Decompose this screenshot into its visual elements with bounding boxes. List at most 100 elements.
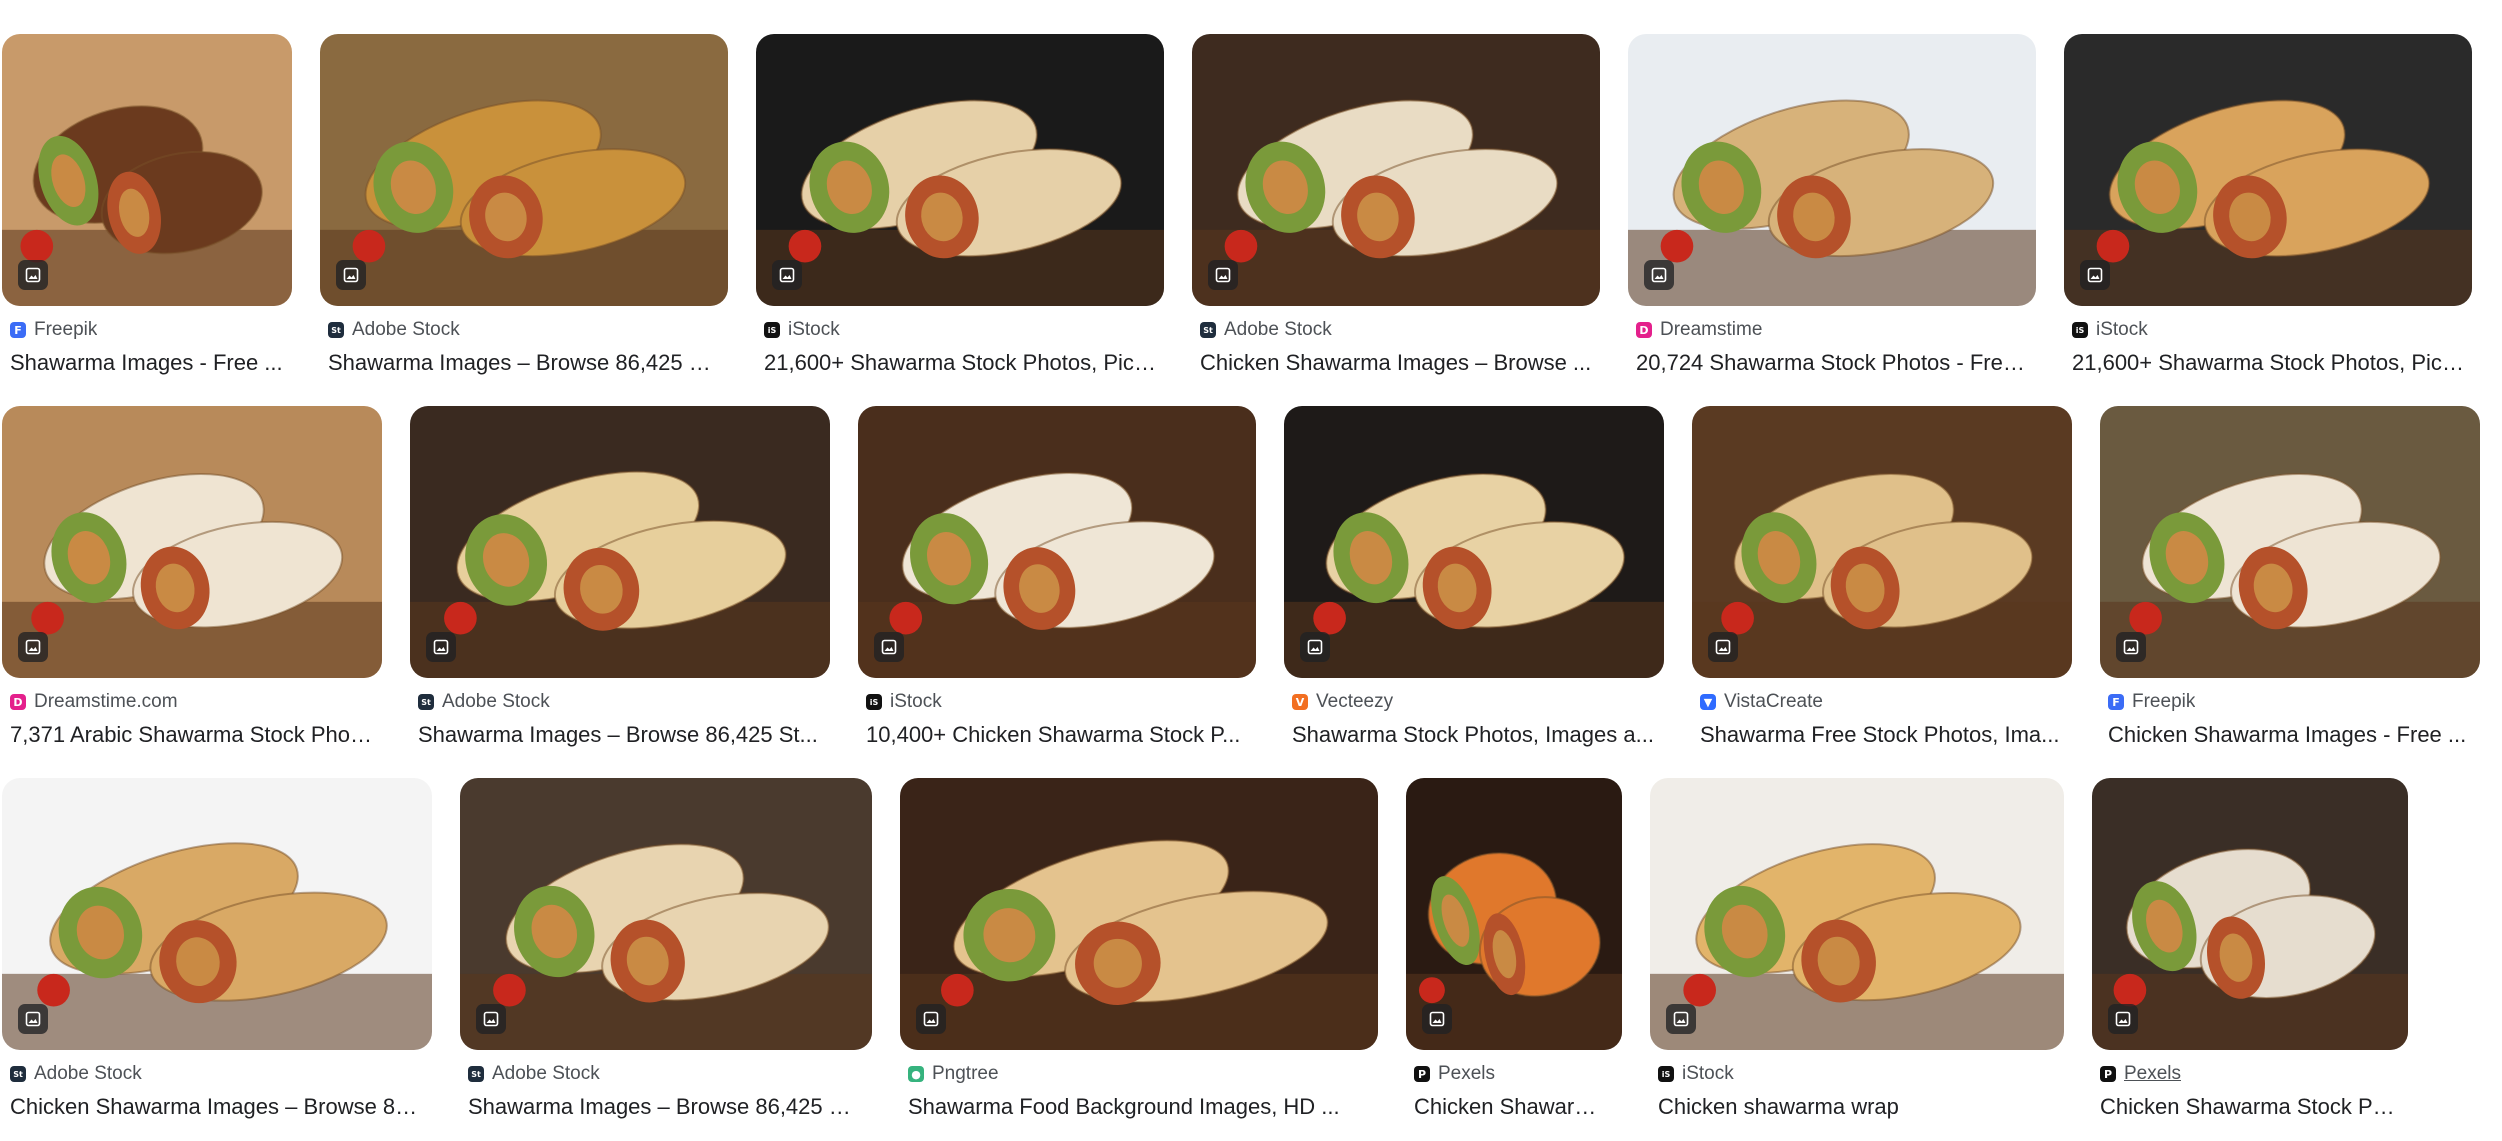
result-source[interactable]: St Adobe Stock bbox=[10, 1062, 424, 1086]
result-title[interactable]: 7,371 Arabic Shawarma Stock Phot... bbox=[10, 720, 374, 750]
result-title[interactable]: Shawarma Images – Browse 86,425 Sto... bbox=[468, 1092, 864, 1122]
pexels-icon: P bbox=[2100, 1066, 2116, 1082]
result-title[interactable]: 20,724 Shawarma Stock Photos - Free... bbox=[1636, 348, 2028, 378]
shawarma-photo bbox=[460, 778, 872, 1050]
result-thumbnail[interactable] bbox=[460, 778, 872, 1050]
adobe-stock-icon: St bbox=[1200, 322, 1216, 338]
result-thumbnail[interactable] bbox=[1692, 406, 2072, 678]
result-source[interactable]: P Pexels bbox=[2100, 1062, 2400, 1086]
image-result-tile[interactable]: iS iStock 21,600+ Shawarma Stock Photos, P… bbox=[2064, 34, 2472, 378]
result-title[interactable]: Chicken Shawarma Images - Free ... bbox=[2108, 720, 2472, 750]
image-result-tile[interactable]: D Dreamstime.com 7,371 Arabic Shawarma Sto… bbox=[2, 406, 382, 750]
result-thumbnail[interactable] bbox=[2064, 34, 2472, 306]
image-result-tile[interactable]: P Pexels Chicken Shawarma Stock Ph... bbox=[2092, 778, 2408, 1122]
image-type-icon bbox=[18, 260, 48, 290]
image-result-tile[interactable]: P Pexels Chicken Shawarma ... bbox=[1406, 778, 1622, 1122]
result-meta: V Vecteezy Shawarma Stock Photos, Images a… bbox=[1284, 678, 1664, 750]
adobe-stock-icon: St bbox=[328, 322, 344, 338]
image-result-tile[interactable]: ▼ VistaCreate Shawarma Free Stock Photos, … bbox=[1692, 406, 2072, 750]
result-source[interactable]: St Adobe Stock bbox=[1200, 318, 1592, 342]
image-result-tile[interactable]: ● Pngtree Shawarma Food Background Images,… bbox=[900, 778, 1378, 1122]
image-result-tile[interactable]: F Freepik Shawarma Images - Free ... bbox=[2, 34, 292, 378]
result-title[interactable]: Chicken Shawarma Images – Browse 87... bbox=[10, 1092, 424, 1122]
result-source[interactable]: F Freepik bbox=[10, 318, 284, 342]
freepik-icon: F bbox=[10, 322, 26, 338]
image-result-tile[interactable]: iS iStock 10,400+ Chicken Shawarma Stock P… bbox=[858, 406, 1256, 750]
result-meta: D Dreamstime 20,724 Shawarma Stock Photos … bbox=[1628, 306, 2036, 378]
source-name: Adobe Stock bbox=[352, 319, 460, 340]
result-title[interactable]: Shawarma Food Background Images, HD ... bbox=[908, 1092, 1370, 1122]
dreamstime-icon: D bbox=[1636, 322, 1652, 338]
result-source[interactable]: ▼ VistaCreate bbox=[1700, 690, 2064, 714]
result-source[interactable]: D Dreamstime bbox=[1636, 318, 2028, 342]
shawarma-photo bbox=[1650, 778, 2064, 1050]
result-meta: iS iStock 21,600+ Shawarma Stock Photos, P… bbox=[756, 306, 1164, 378]
image-type-icon bbox=[916, 1004, 946, 1034]
result-thumbnail[interactable] bbox=[1628, 34, 2036, 306]
result-thumbnail[interactable] bbox=[1284, 406, 1664, 678]
result-title[interactable]: Chicken Shawarma ... bbox=[1414, 1092, 1614, 1122]
result-thumbnail[interactable] bbox=[900, 778, 1378, 1050]
result-source[interactable]: iS iStock bbox=[2072, 318, 2464, 342]
image-type-icon bbox=[2116, 632, 2146, 662]
result-title[interactable]: Shawarma Images – Browse 86,425 St... bbox=[418, 720, 822, 750]
image-result-tile[interactable]: V Vecteezy Shawarma Stock Photos, Images a… bbox=[1284, 406, 1664, 750]
result-thumbnail[interactable] bbox=[2092, 778, 2408, 1050]
result-source[interactable]: St Adobe Stock bbox=[418, 690, 822, 714]
image-result-tile[interactable]: St Adobe Stock Chicken Shawarma Images – B… bbox=[2, 778, 432, 1122]
image-result-tile[interactable]: iS iStock 21,600+ Shawarma Stock Photos, P… bbox=[756, 34, 1164, 378]
result-title[interactable]: Shawarma Images – Browse 86,425 S... bbox=[328, 348, 720, 378]
image-result-tile[interactable]: F Freepik Chicken Shawarma Images - Free .… bbox=[2100, 406, 2480, 750]
image-result-tile[interactable]: St Adobe Stock Chicken Shawarma Images – B… bbox=[1192, 34, 1600, 378]
source-name: Freepik bbox=[34, 319, 98, 340]
image-type-icon bbox=[1422, 1004, 1452, 1034]
image-result-tile[interactable]: D Dreamstime 20,724 Shawarma Stock Photos … bbox=[1628, 34, 2036, 378]
result-meta: St Adobe Stock Shawarma Images – Browse 86… bbox=[460, 1050, 872, 1122]
result-thumbnail[interactable] bbox=[1406, 778, 1622, 1050]
source-name: VistaCreate bbox=[1724, 691, 1823, 712]
image-result-tile[interactable]: St Adobe Stock Shawarma Images – Browse 86… bbox=[460, 778, 872, 1122]
image-result-tile[interactable]: St Adobe Stock Shawarma Images – Browse 86… bbox=[410, 406, 830, 750]
result-title[interactable]: Shawarma Images - Free ... bbox=[10, 348, 284, 378]
shawarma-photo bbox=[858, 406, 1256, 678]
result-thumbnail[interactable] bbox=[1650, 778, 2064, 1050]
result-thumbnail[interactable] bbox=[2, 778, 432, 1050]
result-source[interactable]: St Adobe Stock bbox=[328, 318, 720, 342]
result-source[interactable]: V Vecteezy bbox=[1292, 690, 1656, 714]
shawarma-photo bbox=[2, 406, 382, 678]
result-title[interactable]: 21,600+ Shawarma Stock Photos, Pict... bbox=[764, 348, 1156, 378]
result-thumbnail[interactable] bbox=[2, 34, 292, 306]
source-name: iStock bbox=[788, 319, 840, 340]
result-title[interactable]: Chicken shawarma wrap bbox=[1658, 1092, 2056, 1122]
result-title[interactable]: 10,400+ Chicken Shawarma Stock P... bbox=[866, 720, 1248, 750]
results-row: St Adobe Stock Chicken Shawarma Images – B… bbox=[0, 778, 2502, 1122]
result-source[interactable]: P Pexels bbox=[1414, 1062, 1614, 1086]
result-thumbnail[interactable] bbox=[2, 406, 382, 678]
result-source[interactable]: F Freepik bbox=[2108, 690, 2472, 714]
result-thumbnail[interactable] bbox=[1192, 34, 1600, 306]
result-title[interactable]: Chicken Shawarma Stock Ph... bbox=[2100, 1092, 2400, 1122]
result-source[interactable]: iS iStock bbox=[764, 318, 1156, 342]
results-row: D Dreamstime.com 7,371 Arabic Shawarma Sto… bbox=[0, 406, 2502, 750]
result-source[interactable]: iS iStock bbox=[866, 690, 1248, 714]
source-name: iStock bbox=[1682, 1063, 1734, 1084]
result-thumbnail[interactable] bbox=[320, 34, 728, 306]
result-thumbnail[interactable] bbox=[2100, 406, 2480, 678]
image-result-tile[interactable]: St Adobe Stock Shawarma Images – Browse 86… bbox=[320, 34, 728, 378]
result-thumbnail[interactable] bbox=[756, 34, 1164, 306]
result-title[interactable]: Shawarma Stock Photos, Images a... bbox=[1292, 720, 1656, 750]
shawarma-photo bbox=[1692, 406, 2072, 678]
result-meta: iS iStock 10,400+ Chicken Shawarma Stock P… bbox=[858, 678, 1256, 750]
result-source[interactable]: ● Pngtree bbox=[908, 1062, 1370, 1086]
image-type-icon bbox=[476, 1004, 506, 1034]
result-thumbnail[interactable] bbox=[858, 406, 1256, 678]
result-source[interactable]: D Dreamstime.com bbox=[10, 690, 374, 714]
result-source[interactable]: St Adobe Stock bbox=[468, 1062, 864, 1086]
result-title[interactable]: Shawarma Free Stock Photos, Ima... bbox=[1700, 720, 2064, 750]
result-title[interactable]: Chicken Shawarma Images – Browse ... bbox=[1200, 348, 1592, 378]
image-type-icon bbox=[1708, 632, 1738, 662]
result-title[interactable]: 21,600+ Shawarma Stock Photos, Pict... bbox=[2072, 348, 2464, 378]
result-source[interactable]: iS iStock bbox=[1658, 1062, 2056, 1086]
result-thumbnail[interactable] bbox=[410, 406, 830, 678]
image-result-tile[interactable]: iS iStock Chicken shawarma wrap bbox=[1650, 778, 2064, 1122]
